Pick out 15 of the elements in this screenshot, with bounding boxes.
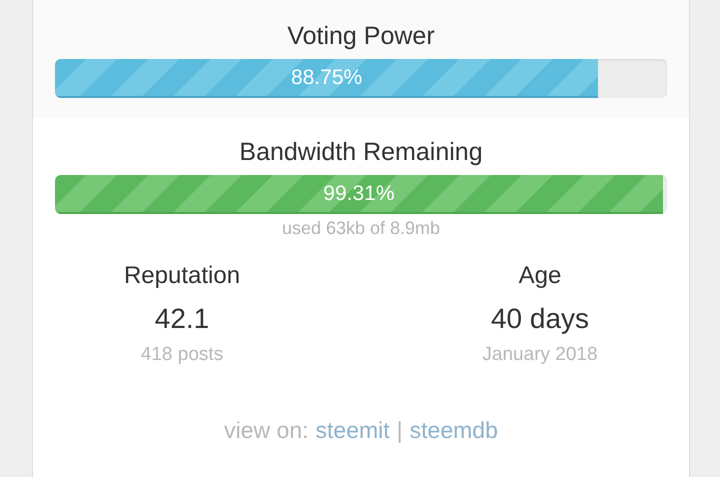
- view-on-label: view on:: [224, 417, 309, 443]
- site-link[interactable]: steemit: [316, 417, 390, 443]
- stat-value: 42.1: [154, 302, 210, 336]
- progress-reading: 99.31%: [323, 182, 394, 206]
- stat-subtext: 418 posts: [140, 343, 224, 367]
- usage-note: used 63kb of 8.9mb: [282, 218, 440, 239]
- stat-subtext: January 2018: [482, 343, 598, 367]
- progress-reading: 88.75%: [290, 66, 362, 90]
- meter-title: Bandwidth Remaining: [239, 137, 483, 168]
- meter-title: Voting Power: [287, 21, 435, 52]
- link-separator: |: [396, 417, 403, 443]
- site-link[interactable]: steemdb: [410, 417, 498, 443]
- stat-label: Age: [518, 261, 562, 291]
- stat-value: 40 days: [490, 302, 590, 336]
- stat-label: Reputation: [124, 261, 240, 291]
